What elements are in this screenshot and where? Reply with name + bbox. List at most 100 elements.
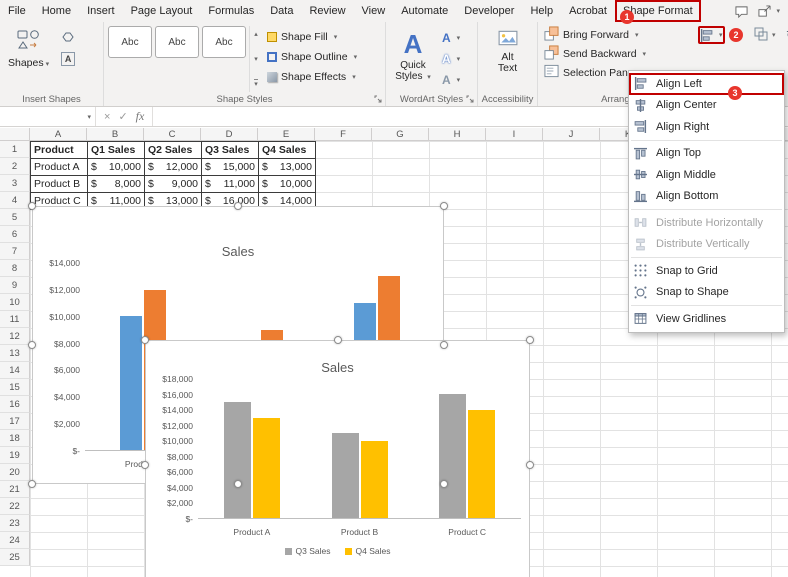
- quick-styles-button[interactable]: A Quick Styles ▾: [392, 25, 434, 89]
- bring-forward-button[interactable]: Bring Forward ▾: [542, 25, 648, 44]
- selection-handle[interactable]: [141, 461, 149, 469]
- row-header-18[interactable]: 18: [0, 430, 30, 447]
- shape-styles-dialog-launcher[interactable]: [373, 94, 383, 104]
- selection-handle[interactable]: [234, 202, 242, 210]
- row-header-10[interactable]: 10: [0, 294, 30, 311]
- tab-developer[interactable]: Developer: [456, 0, 522, 22]
- menu-item-snap-to-grid[interactable]: Snap to Grid: [629, 260, 784, 282]
- row-header-5[interactable]: 5: [0, 209, 30, 226]
- bar-q1-sales-product-a[interactable]: [120, 316, 143, 450]
- send-backward-button[interactable]: Send Backward ▾: [542, 44, 648, 63]
- menu-item-snap-to-shape[interactable]: Snap to Shape: [629, 282, 784, 304]
- selection-handle[interactable]: [440, 341, 448, 349]
- row-header-20[interactable]: 20: [0, 464, 30, 481]
- selection-handle[interactable]: [440, 202, 448, 210]
- table-header-q3-sales[interactable]: Q3 Sales: [202, 142, 259, 159]
- menu-item-align-center[interactable]: Align Center: [629, 95, 784, 117]
- shape-style-sample-2[interactable]: Abc: [155, 26, 199, 58]
- row-header-4[interactable]: 4: [0, 192, 30, 209]
- menu-item-align-top[interactable]: Align Top: [629, 143, 784, 165]
- selection-handle[interactable]: [526, 336, 534, 344]
- menu-item-align-left[interactable]: Align Left 3: [629, 73, 784, 100]
- bar-q4-sales-product-b[interactable]: [360, 440, 388, 518]
- row-header-3[interactable]: 3: [0, 175, 30, 192]
- shape-effects-button[interactable]: Shape Effects ▾: [265, 68, 359, 86]
- row-header-14[interactable]: 14: [0, 362, 30, 379]
- select-all-corner[interactable]: [0, 128, 30, 141]
- tab-page-layout[interactable]: Page Layout: [123, 0, 201, 22]
- column-header-d[interactable]: D: [201, 128, 258, 141]
- cell-value[interactable]: $11,000: [202, 176, 259, 193]
- text-outline-button[interactable]: A ▾: [440, 50, 462, 68]
- menu-item-view-gridlines[interactable]: View Gridlines: [629, 308, 784, 330]
- cell-value[interactable]: $15,000: [202, 159, 259, 176]
- row-header-22[interactable]: 22: [0, 498, 30, 515]
- tab-home[interactable]: Home: [34, 0, 79, 22]
- row-header-2[interactable]: 2: [0, 158, 30, 175]
- group-objects-button[interactable]: ▾: [752, 26, 778, 44]
- shape-style-sample-1[interactable]: Abc: [108, 26, 152, 58]
- tab-review[interactable]: Review: [301, 0, 353, 22]
- cell-value[interactable]: $8,000: [88, 176, 145, 193]
- share-icon[interactable]: ▾: [757, 4, 780, 18]
- cell-value[interactable]: $12,000: [145, 159, 202, 176]
- bar-q3-sales-product-c[interactable]: [439, 394, 467, 518]
- rotate-objects-button[interactable]: ↻ ▾: [784, 26, 788, 44]
- column-header-c[interactable]: C: [144, 128, 201, 141]
- selection-handle[interactable]: [141, 336, 149, 344]
- text-effects-button[interactable]: A ▾: [440, 71, 462, 89]
- wordart-dialog-launcher[interactable]: [465, 94, 475, 104]
- row-header-19[interactable]: 19: [0, 447, 30, 464]
- table-header-q1-sales[interactable]: Q1 Sales: [88, 142, 145, 159]
- selection-handle[interactable]: [333, 336, 342, 344]
- selection-handle[interactable]: [234, 480, 242, 488]
- alt-text-button[interactable]: Alt Text: [490, 26, 526, 78]
- menu-item-align-bottom[interactable]: Align Bottom: [629, 186, 784, 208]
- selection-handle[interactable]: [526, 461, 534, 469]
- row-header-12[interactable]: 12: [0, 328, 30, 345]
- bar-q4-sales-product-a[interactable]: [252, 417, 280, 518]
- bar-q3-sales-product-b[interactable]: [331, 433, 359, 518]
- column-header-a[interactable]: A: [30, 128, 87, 141]
- column-header-h[interactable]: H: [429, 128, 486, 141]
- tab-insert[interactable]: Insert: [79, 0, 123, 22]
- column-header-g[interactable]: G: [372, 128, 429, 141]
- row-header-13[interactable]: 13: [0, 345, 30, 362]
- column-header-e[interactable]: E: [258, 128, 315, 141]
- column-header-b[interactable]: B: [87, 128, 144, 141]
- shapes-button[interactable]: Shapes ▾: [4, 25, 53, 73]
- tab-help[interactable]: Help: [522, 0, 561, 22]
- row-header-23[interactable]: 23: [0, 515, 30, 532]
- name-box[interactable]: ▾: [0, 107, 96, 126]
- bar-q3-sales-product-a[interactable]: [223, 402, 251, 518]
- insert-function-icon[interactable]: fx: [136, 109, 145, 124]
- selection-handle[interactable]: [440, 480, 448, 488]
- cancel-icon[interactable]: ×: [104, 111, 110, 123]
- column-header-j[interactable]: J: [543, 128, 600, 141]
- tab-automate[interactable]: Automate: [393, 0, 456, 22]
- selection-handle[interactable]: [28, 480, 36, 488]
- row-header-17[interactable]: 17: [0, 413, 30, 430]
- table-header-q2-sales[interactable]: Q2 Sales: [145, 142, 202, 159]
- menu-item-align-middle[interactable]: Align Middle: [629, 164, 784, 186]
- comment-icon[interactable]: [734, 5, 749, 18]
- row-header-11[interactable]: 11: [0, 311, 30, 328]
- row-header-15[interactable]: 15: [0, 379, 30, 396]
- menu-item-align-right[interactable]: Align Right: [629, 116, 784, 138]
- column-header-i[interactable]: I: [486, 128, 543, 141]
- selection-handle[interactable]: [28, 341, 36, 349]
- column-header-f[interactable]: F: [315, 128, 372, 141]
- enter-icon[interactable]: ✓: [118, 110, 127, 123]
- row-header-24[interactable]: 24: [0, 532, 30, 549]
- tab-file[interactable]: File: [0, 0, 34, 22]
- row-header-1[interactable]: 1: [0, 141, 30, 158]
- shape-style-sample-3[interactable]: Abc: [202, 26, 246, 58]
- row-header-8[interactable]: 8: [0, 260, 30, 277]
- edit-shape-button[interactable]: [57, 27, 79, 47]
- cell-value[interactable]: $10,000: [88, 159, 145, 176]
- row-header-9[interactable]: 9: [0, 277, 30, 294]
- table-header-q4-sales[interactable]: Q4 Sales: [259, 142, 316, 159]
- text-fill-button[interactable]: A ▾: [440, 29, 462, 47]
- tab-data[interactable]: Data: [262, 0, 301, 22]
- table-header-product[interactable]: Product: [31, 142, 88, 159]
